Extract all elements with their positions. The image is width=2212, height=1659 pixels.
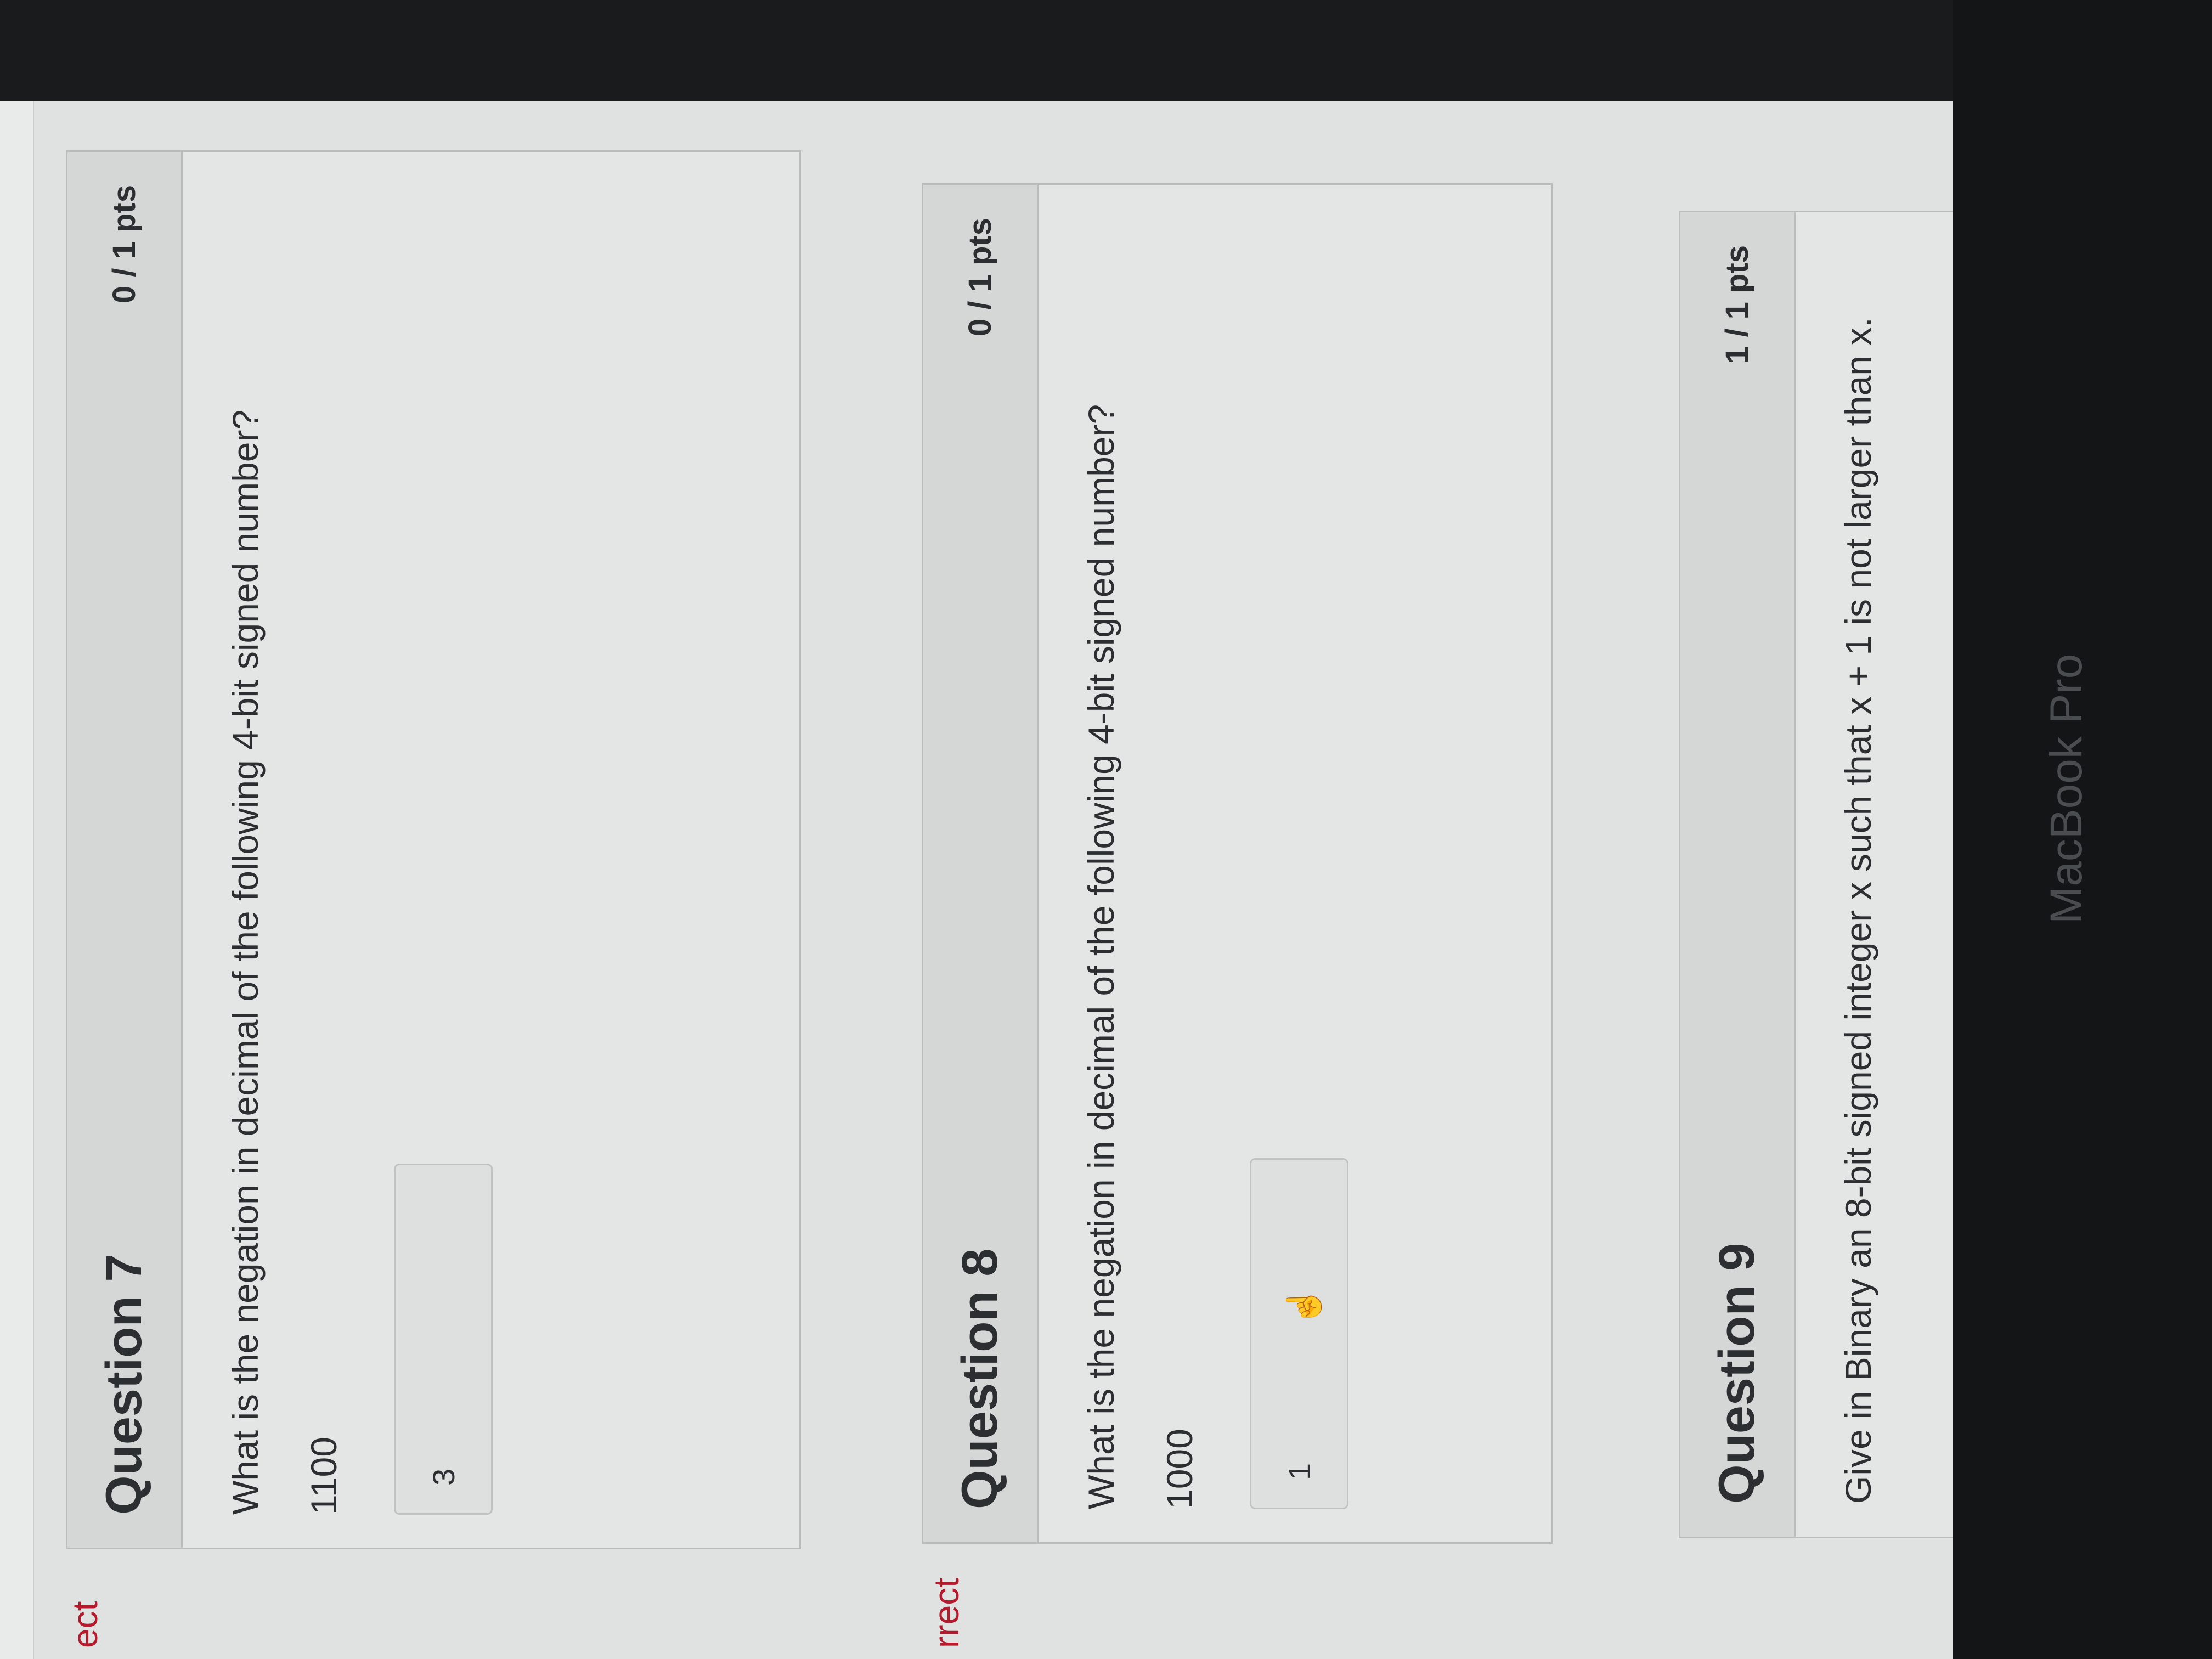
question-header: Question 8 0 / 1 pts bbox=[923, 185, 1039, 1542]
question-title: Question 9 bbox=[1709, 1243, 1765, 1504]
answer-field[interactable]: 1 ☝ bbox=[1250, 1158, 1349, 1509]
pointer-hand-icon: ☝ bbox=[1285, 1285, 1323, 1327]
question-body: Give in Binary an 8-bit signed integer x… bbox=[1796, 212, 1905, 1537]
status-flag-label: rrect bbox=[927, 1578, 966, 1648]
question-points: 0 / 1 pts bbox=[106, 185, 142, 303]
question-text: What is the negation in decimal of the f… bbox=[1081, 404, 1121, 1509]
question-text: What is the negation in decimal of the f… bbox=[225, 409, 266, 1515]
question-7-card: Question 7 0 / 1 pts What is the negatio… bbox=[66, 150, 801, 1549]
answer-field[interactable]: 3 bbox=[394, 1164, 493, 1515]
question-value: 1000 bbox=[1159, 1429, 1200, 1509]
answer-value: 1 bbox=[1282, 1463, 1317, 1480]
question-body: What is the negation in decimal of the f… bbox=[183, 152, 515, 1548]
question-points: 0 / 1 pts bbox=[962, 218, 998, 336]
answer-value: 3 bbox=[426, 1468, 461, 1486]
status-flag-label: ect bbox=[65, 1601, 105, 1648]
question-text: Give in Binary an 8-bit signed integer x… bbox=[1838, 317, 1878, 1504]
device-label: MacBook Pro bbox=[2041, 653, 2091, 924]
question-8-card: Question 8 0 / 1 pts What is the negatio… bbox=[922, 183, 1553, 1544]
question-header: Question 7 0 / 1 pts bbox=[67, 152, 183, 1548]
question-title: Question 8 bbox=[952, 1248, 1008, 1509]
question-value: 1100 bbox=[303, 1437, 345, 1515]
question-points: 1 / 1 pts bbox=[1719, 245, 1755, 364]
question-header: Question 9 1 / 1 pts bbox=[1680, 212, 1796, 1537]
question-body: What is the negation in decimal of the f… bbox=[1039, 185, 1370, 1542]
laptop-bezel bbox=[0, 0, 1953, 101]
question-title: Question 7 bbox=[96, 1254, 152, 1515]
page-edge bbox=[0, 0, 34, 1659]
quiz-results-screen: ect Question 7 0 / 1 pts What is the neg… bbox=[0, 0, 2212, 1659]
